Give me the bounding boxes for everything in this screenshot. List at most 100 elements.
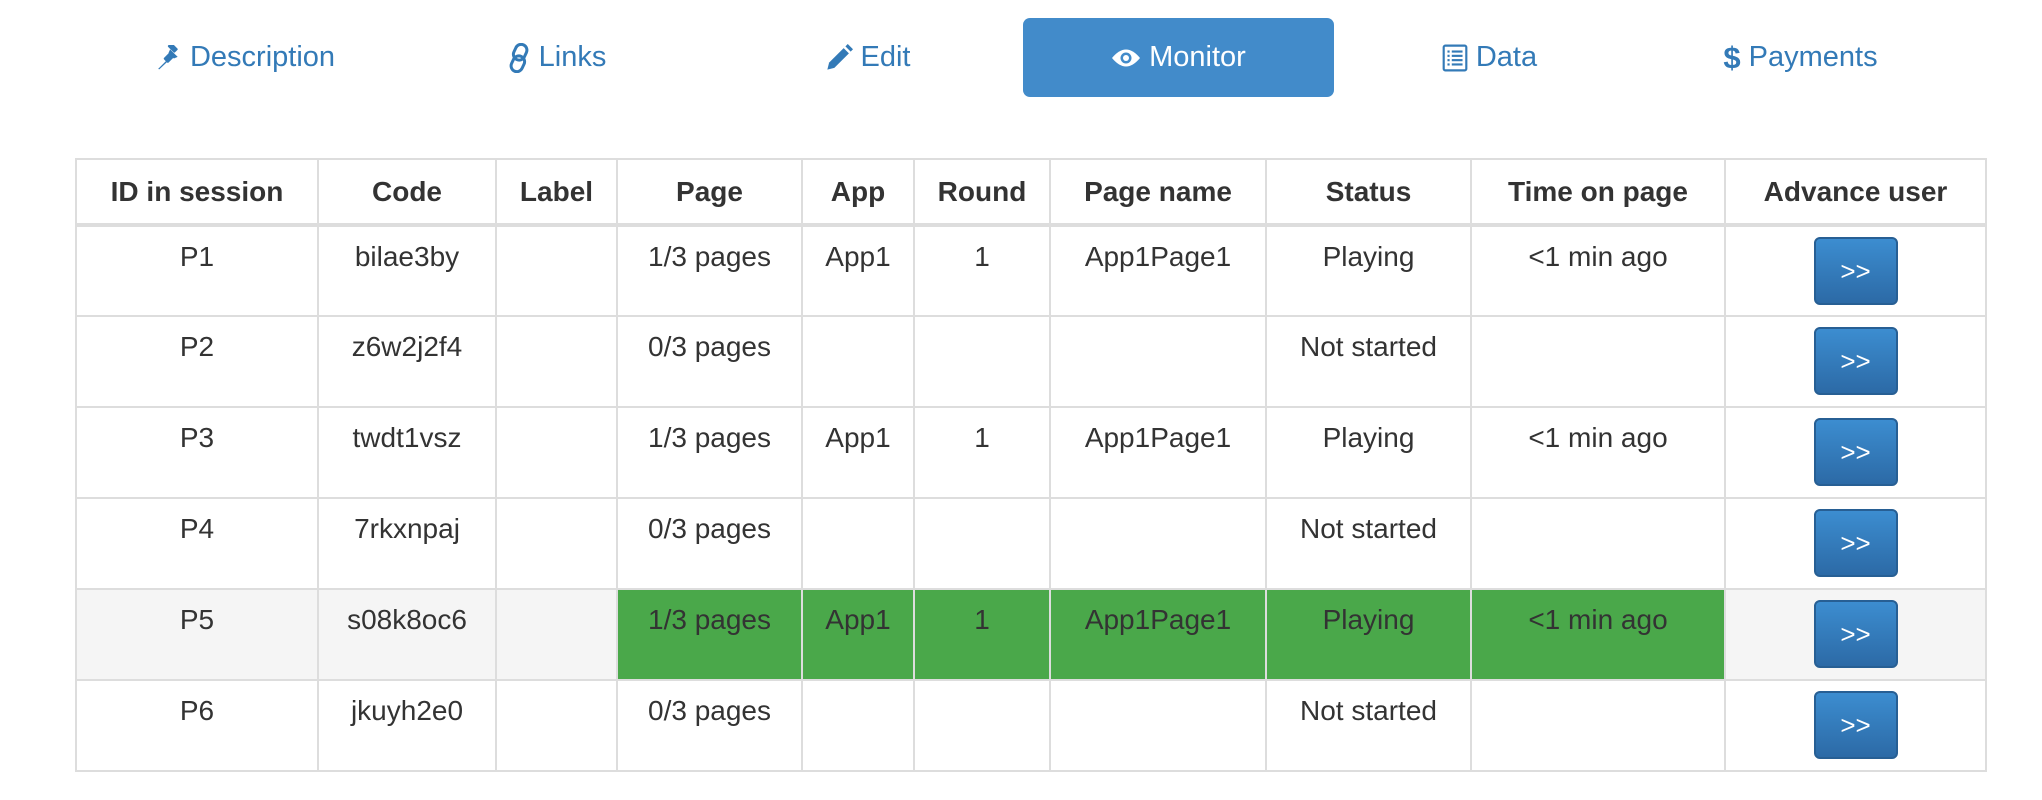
- cell-label: [495, 679, 618, 772]
- cell-page-name: [1049, 497, 1267, 590]
- cell-label: [495, 497, 618, 590]
- cell-page: 1/3 pages: [616, 588, 803, 681]
- cell-status: Playing: [1265, 406, 1472, 499]
- cell-status: Not started: [1265, 497, 1472, 590]
- cell-page: 0/3 pages: [616, 497, 803, 590]
- cell-id: P3: [75, 406, 319, 499]
- header-status: Status: [1265, 158, 1472, 227]
- cell-time-on-page: [1470, 315, 1726, 408]
- cell-status: Not started: [1265, 679, 1472, 772]
- cell-app: [801, 679, 915, 772]
- header-id-in-session: ID in session: [75, 158, 319, 227]
- header-app: App: [801, 158, 915, 227]
- cell-page: 1/3 pages: [616, 224, 803, 317]
- cell-advance: >>: [1724, 588, 1987, 681]
- table-row: P4 7rkxnpaj 0/3 pages Not started >>: [75, 497, 1987, 590]
- navigation-tabs: Description Links Edit Monitor Data $ Pa…: [90, 18, 1956, 97]
- cell-code: jkuyh2e0: [317, 679, 497, 772]
- table-row-highlighted: P5 s08k8oc6 1/3 pages App1 1 App1Page1 P…: [75, 588, 1987, 681]
- cell-round: 1: [913, 224, 1051, 317]
- cell-time-on-page: <1 min ago: [1470, 588, 1726, 681]
- tab-monitor[interactable]: Monitor: [1023, 18, 1334, 97]
- cell-status: Playing: [1265, 224, 1472, 317]
- cell-code: 7rkxnpaj: [317, 497, 497, 590]
- cell-advance: >>: [1724, 406, 1987, 499]
- tab-description-label: Description: [189, 41, 336, 73]
- dollar-icon: $: [1723, 40, 1741, 75]
- cell-page: 1/3 pages: [616, 406, 803, 499]
- header-code: Code: [317, 158, 497, 227]
- cell-status: Playing: [1265, 588, 1472, 681]
- cell-app: [801, 315, 915, 408]
- advance-user-button[interactable]: >>: [1813, 600, 1898, 668]
- header-label: Label: [495, 158, 618, 227]
- cell-page: 0/3 pages: [616, 315, 803, 408]
- advance-user-button[interactable]: >>: [1813, 509, 1898, 577]
- cell-round: 1: [913, 406, 1051, 499]
- cell-app: App1: [801, 588, 915, 681]
- cell-page-name: App1Page1: [1049, 588, 1267, 681]
- tab-links[interactable]: Links: [401, 18, 712, 97]
- cell-code: z6w2j2f4: [317, 315, 497, 408]
- cell-id: P2: [75, 315, 319, 408]
- cell-advance: >>: [1724, 679, 1987, 772]
- cell-time-on-page: [1470, 497, 1726, 590]
- cell-label: [495, 224, 618, 317]
- eye-icon: [1111, 47, 1141, 69]
- participants-table: ID in session Code Label Page App Round …: [75, 158, 1987, 772]
- cell-page: 0/3 pages: [616, 679, 803, 772]
- table-header-row: ID in session Code Label Page App Round …: [75, 158, 1987, 227]
- cell-id: P4: [75, 497, 319, 590]
- tab-payments-label: Payments: [1748, 41, 1878, 73]
- tab-edit[interactable]: Edit: [712, 18, 1023, 97]
- cell-page-name: App1Page1: [1049, 406, 1267, 499]
- pushpin-icon: [156, 44, 182, 71]
- list-icon: [1442, 44, 1468, 72]
- cell-code: s08k8oc6: [317, 588, 497, 681]
- tab-data-label: Data: [1475, 41, 1538, 73]
- header-round: Round: [913, 158, 1051, 227]
- cell-page-name: [1049, 315, 1267, 408]
- header-advance-user: Advance user: [1724, 158, 1987, 227]
- cell-app: [801, 497, 915, 590]
- header-time-on-page: Time on page: [1470, 158, 1726, 227]
- cell-time-on-page: <1 min ago: [1470, 406, 1726, 499]
- cell-label: [495, 315, 618, 408]
- advance-user-button[interactable]: >>: [1813, 691, 1898, 759]
- cell-id: P5: [75, 588, 319, 681]
- cell-app: App1: [801, 224, 915, 317]
- cell-app: App1: [801, 406, 915, 499]
- cell-label: [495, 588, 618, 681]
- table-row: P6 jkuyh2e0 0/3 pages Not started >>: [75, 679, 1987, 772]
- cell-page-name: [1049, 679, 1267, 772]
- pencil-icon: [825, 43, 853, 72]
- advance-user-button[interactable]: >>: [1813, 418, 1898, 486]
- header-page: Page: [616, 158, 803, 227]
- cell-code: bilae3by: [317, 224, 497, 317]
- cell-advance: >>: [1724, 224, 1987, 317]
- cell-label: [495, 406, 618, 499]
- cell-round: [913, 497, 1051, 590]
- cell-status: Not started: [1265, 315, 1472, 408]
- cell-advance: >>: [1724, 315, 1987, 408]
- table-row: P1 bilae3by 1/3 pages App1 1 App1Page1 P…: [75, 224, 1987, 317]
- cell-advance: >>: [1724, 497, 1987, 590]
- cell-id: P1: [75, 224, 319, 317]
- cell-round: 1: [913, 588, 1051, 681]
- tab-data[interactable]: Data: [1334, 18, 1645, 97]
- cell-time-on-page: <1 min ago: [1470, 224, 1726, 317]
- advance-user-button[interactable]: >>: [1813, 327, 1898, 395]
- cell-page-name: App1Page1: [1049, 224, 1267, 317]
- tab-description[interactable]: Description: [90, 18, 401, 97]
- table-row: P3 twdt1vsz 1/3 pages App1 1 App1Page1 P…: [75, 406, 1987, 499]
- tab-payments[interactable]: $ Payments: [1645, 18, 1956, 97]
- advance-user-button[interactable]: >>: [1813, 237, 1898, 305]
- link-icon: [507, 42, 531, 73]
- cell-code: twdt1vsz: [317, 406, 497, 499]
- cell-round: [913, 679, 1051, 772]
- header-page-name: Page name: [1049, 158, 1267, 227]
- tab-edit-label: Edit: [860, 41, 911, 73]
- tab-links-label: Links: [538, 41, 607, 73]
- table-row: P2 z6w2j2f4 0/3 pages Not started >>: [75, 315, 1987, 408]
- tab-monitor-label: Monitor: [1149, 41, 1246, 73]
